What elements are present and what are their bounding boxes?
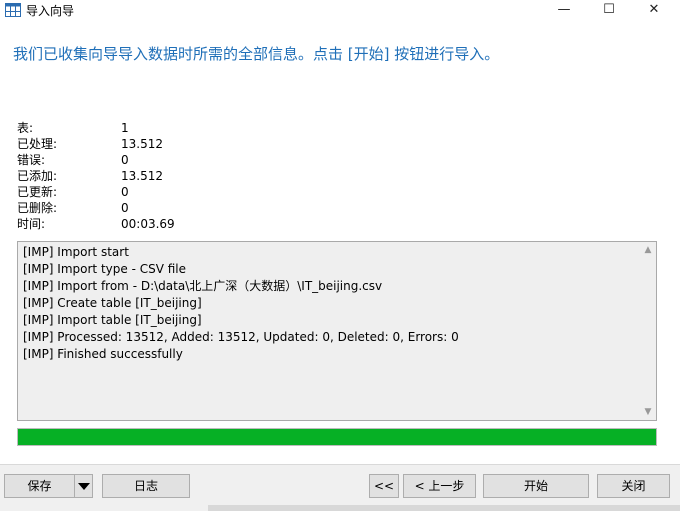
stat-label: 已添加: (17, 169, 58, 183)
stat-tables: 表: 1 (17, 120, 317, 136)
stat-label: 时间: (17, 217, 46, 231)
stat-updated: 已更新: 0 (17, 184, 317, 200)
stat-value: 0 (121, 153, 129, 167)
progress-bar (17, 428, 657, 446)
stat-errors: 错误: 0 (17, 152, 317, 168)
scroll-down-icon[interactable]: ▼ (640, 404, 656, 420)
log-line: [IMP] Import type - CSV file (23, 262, 187, 276)
table-grid-icon (5, 3, 21, 17)
scroll-up-icon[interactable]: ▲ (640, 242, 656, 258)
log-line: [IMP] Import start (23, 245, 129, 259)
maximize-button[interactable]: ☐ (586, 0, 632, 22)
stat-label: 已处理: (17, 137, 58, 151)
save-button[interactable]: 保存 (4, 474, 75, 498)
minimize-button[interactable]: — (541, 0, 587, 22)
stat-added: 已添加: 13.512 (17, 168, 317, 184)
window-title: 导入向导 (26, 4, 75, 18)
stat-label: 已更新: (17, 185, 58, 199)
log-line: [IMP] Processed: 13512, Added: 13512, Up… (23, 330, 459, 344)
save-dropdown-button[interactable] (74, 474, 93, 498)
import-log[interactable]: [IMP] Import start [IMP] Import type - C… (17, 241, 657, 421)
log-button[interactable]: 日志 (102, 474, 190, 498)
title-bar: 导入向导 — ☐ ✕ (0, 0, 680, 22)
chevron-down-icon (78, 483, 90, 490)
stat-value: 0 (121, 185, 129, 199)
stat-deleted: 已删除: 0 (17, 200, 317, 216)
wizard-headline: 我们已收集向导导入数据时所需的全部信息。点击 [开始] 按钮进行导入。 (13, 45, 500, 63)
log-line: [IMP] Import from - D:\data\北上广深（大数据）\IT… (23, 279, 383, 293)
progress-fill (18, 429, 656, 445)
stat-processed: 已处理: 13.512 (17, 136, 317, 152)
first-step-button[interactable]: << (369, 474, 399, 498)
log-line: [IMP] Import table [IT_beijing] (23, 313, 202, 327)
stat-value: 1 (121, 121, 129, 135)
stat-label: 表: (17, 121, 34, 135)
stat-value: 13.512 (121, 137, 163, 151)
button-bar: 保存 日志 << < 上一步 开始 关闭 (0, 464, 680, 511)
stat-value: 00:03.69 (121, 217, 175, 231)
log-line: [IMP] Finished successfully (23, 347, 183, 361)
close-button[interactable]: 关闭 (597, 474, 670, 498)
close-window-button[interactable]: ✕ (631, 0, 677, 22)
stat-time: 时间: 00:03.69 (17, 216, 317, 232)
bottom-edge (208, 505, 680, 511)
stat-label: 已删除: (17, 201, 58, 215)
stat-value: 13.512 (121, 169, 163, 183)
back-button[interactable]: < 上一步 (403, 474, 476, 498)
stat-value: 0 (121, 201, 129, 215)
start-button[interactable]: 开始 (483, 474, 589, 498)
stat-label: 错误: (17, 153, 46, 167)
log-line: [IMP] Create table [IT_beijing] (23, 296, 202, 310)
log-scrollbar[interactable]: ▲ ▼ (640, 242, 656, 420)
